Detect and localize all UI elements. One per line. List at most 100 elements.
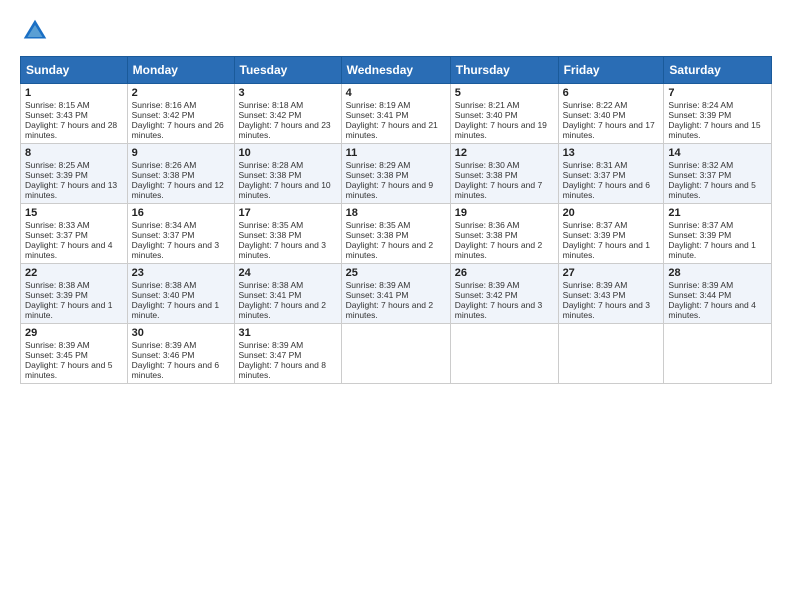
daylight: Daylight: 7 hours and 1 minute.: [668, 240, 755, 260]
day-number: 2: [132, 87, 230, 99]
calendar-cell: 22 Sunrise: 8:38 AM Sunset: 3:39 PM Dayl…: [21, 264, 128, 324]
calendar-week-row: 22 Sunrise: 8:38 AM Sunset: 3:39 PM Dayl…: [21, 264, 772, 324]
daylight: Daylight: 7 hours and 7 minutes.: [455, 180, 542, 200]
daylight: Daylight: 7 hours and 3 minutes.: [132, 240, 219, 260]
sunrise: Sunrise: 8:39 AM: [132, 340, 197, 350]
day-number: 10: [239, 147, 337, 159]
day-number: 3: [239, 87, 337, 99]
calendar-cell: 31 Sunrise: 8:39 AM Sunset: 3:47 PM Dayl…: [234, 324, 341, 384]
calendar-cell: 2 Sunrise: 8:16 AM Sunset: 3:42 PM Dayli…: [127, 84, 234, 144]
daylight: Daylight: 7 hours and 12 minutes.: [132, 180, 224, 200]
calendar-week-row: 8 Sunrise: 8:25 AM Sunset: 3:39 PM Dayli…: [21, 144, 772, 204]
daylight: Daylight: 7 hours and 28 minutes.: [25, 120, 117, 140]
daylight: Daylight: 7 hours and 4 minutes.: [25, 240, 112, 260]
sunrise: Sunrise: 8:31 AM: [563, 160, 628, 170]
calendar-cell: [341, 324, 450, 384]
day-number: 27: [563, 267, 660, 279]
day-number: 21: [668, 207, 767, 219]
calendar-cell: 16 Sunrise: 8:34 AM Sunset: 3:37 PM Dayl…: [127, 204, 234, 264]
sunrise: Sunrise: 8:38 AM: [132, 280, 197, 290]
daylight: Daylight: 7 hours and 23 minutes.: [239, 120, 331, 140]
sunset: Sunset: 3:42 PM: [239, 110, 302, 120]
sunset: Sunset: 3:37 PM: [132, 230, 195, 240]
day-number: 28: [668, 267, 767, 279]
day-number: 13: [563, 147, 660, 159]
calendar-cell: 27 Sunrise: 8:39 AM Sunset: 3:43 PM Dayl…: [558, 264, 664, 324]
sunset: Sunset: 3:45 PM: [25, 350, 88, 360]
page: SundayMondayTuesdayWednesdayThursdayFrid…: [0, 0, 792, 612]
calendar-cell: 18 Sunrise: 8:35 AM Sunset: 3:38 PM Dayl…: [341, 204, 450, 264]
day-number: 5: [455, 87, 554, 99]
calendar-cell: 11 Sunrise: 8:29 AM Sunset: 3:38 PM Dayl…: [341, 144, 450, 204]
sunrise: Sunrise: 8:25 AM: [25, 160, 90, 170]
calendar-week-row: 15 Sunrise: 8:33 AM Sunset: 3:37 PM Dayl…: [21, 204, 772, 264]
calendar-cell: 24 Sunrise: 8:38 AM Sunset: 3:41 PM Dayl…: [234, 264, 341, 324]
sunset: Sunset: 3:43 PM: [563, 290, 626, 300]
sunset: Sunset: 3:40 PM: [455, 110, 518, 120]
sunrise: Sunrise: 8:30 AM: [455, 160, 520, 170]
logo-icon: [20, 16, 50, 46]
sunset: Sunset: 3:38 PM: [239, 230, 302, 240]
daylight: Daylight: 7 hours and 1 minute.: [132, 300, 219, 320]
day-number: 26: [455, 267, 554, 279]
sunrise: Sunrise: 8:39 AM: [668, 280, 733, 290]
daylight: Daylight: 7 hours and 4 minutes.: [668, 300, 755, 320]
sunset: Sunset: 3:38 PM: [132, 170, 195, 180]
day-number: 16: [132, 207, 230, 219]
sunrise: Sunrise: 8:39 AM: [455, 280, 520, 290]
calendar-cell: 14 Sunrise: 8:32 AM Sunset: 3:37 PM Dayl…: [664, 144, 772, 204]
col-header-tuesday: Tuesday: [234, 57, 341, 84]
daylight: Daylight: 7 hours and 17 minutes.: [563, 120, 655, 140]
sunrise: Sunrise: 8:28 AM: [239, 160, 304, 170]
daylight: Daylight: 7 hours and 2 minutes.: [239, 300, 326, 320]
daylight: Daylight: 7 hours and 5 minutes.: [25, 360, 112, 380]
col-header-thursday: Thursday: [450, 57, 558, 84]
day-number: 22: [25, 267, 123, 279]
sunrise: Sunrise: 8:38 AM: [25, 280, 90, 290]
sunset: Sunset: 3:40 PM: [563, 110, 626, 120]
sunset: Sunset: 3:38 PM: [455, 230, 518, 240]
calendar-cell: [450, 324, 558, 384]
col-header-sunday: Sunday: [21, 57, 128, 84]
day-number: 19: [455, 207, 554, 219]
calendar-cell: 17 Sunrise: 8:35 AM Sunset: 3:38 PM Dayl…: [234, 204, 341, 264]
calendar-cell: 9 Sunrise: 8:26 AM Sunset: 3:38 PM Dayli…: [127, 144, 234, 204]
logo: [20, 16, 54, 46]
daylight: Daylight: 7 hours and 10 minutes.: [239, 180, 331, 200]
daylight: Daylight: 7 hours and 8 minutes.: [239, 360, 326, 380]
calendar-cell: 13 Sunrise: 8:31 AM Sunset: 3:37 PM Dayl…: [558, 144, 664, 204]
calendar-week-row: 29 Sunrise: 8:39 AM Sunset: 3:45 PM Dayl…: [21, 324, 772, 384]
daylight: Daylight: 7 hours and 3 minutes.: [563, 300, 650, 320]
day-number: 30: [132, 327, 230, 339]
daylight: Daylight: 7 hours and 1 minutes.: [563, 240, 650, 260]
day-number: 9: [132, 147, 230, 159]
sunset: Sunset: 3:39 PM: [668, 230, 731, 240]
calendar-cell: 19 Sunrise: 8:36 AM Sunset: 3:38 PM Dayl…: [450, 204, 558, 264]
calendar-cell: 20 Sunrise: 8:37 AM Sunset: 3:39 PM Dayl…: [558, 204, 664, 264]
sunset: Sunset: 3:47 PM: [239, 350, 302, 360]
sunset: Sunset: 3:41 PM: [239, 290, 302, 300]
day-number: 4: [346, 87, 446, 99]
day-number: 15: [25, 207, 123, 219]
calendar-cell: 3 Sunrise: 8:18 AM Sunset: 3:42 PM Dayli…: [234, 84, 341, 144]
calendar-cell: [558, 324, 664, 384]
calendar-cell: 12 Sunrise: 8:30 AM Sunset: 3:38 PM Dayl…: [450, 144, 558, 204]
sunset: Sunset: 3:46 PM: [132, 350, 195, 360]
sunrise: Sunrise: 8:35 AM: [239, 220, 304, 230]
sunset: Sunset: 3:39 PM: [668, 110, 731, 120]
day-number: 31: [239, 327, 337, 339]
calendar-cell: [664, 324, 772, 384]
day-number: 23: [132, 267, 230, 279]
daylight: Daylight: 7 hours and 2 minutes.: [346, 300, 433, 320]
sunrise: Sunrise: 8:37 AM: [563, 220, 628, 230]
calendar-cell: 29 Sunrise: 8:39 AM Sunset: 3:45 PM Dayl…: [21, 324, 128, 384]
sunset: Sunset: 3:43 PM: [25, 110, 88, 120]
sunrise: Sunrise: 8:32 AM: [668, 160, 733, 170]
sunset: Sunset: 3:37 PM: [668, 170, 731, 180]
sunset: Sunset: 3:39 PM: [25, 170, 88, 180]
sunrise: Sunrise: 8:39 AM: [563, 280, 628, 290]
calendar-cell: 8 Sunrise: 8:25 AM Sunset: 3:39 PM Dayli…: [21, 144, 128, 204]
calendar-cell: 10 Sunrise: 8:28 AM Sunset: 3:38 PM Dayl…: [234, 144, 341, 204]
sunrise: Sunrise: 8:35 AM: [346, 220, 411, 230]
sunrise: Sunrise: 8:37 AM: [668, 220, 733, 230]
